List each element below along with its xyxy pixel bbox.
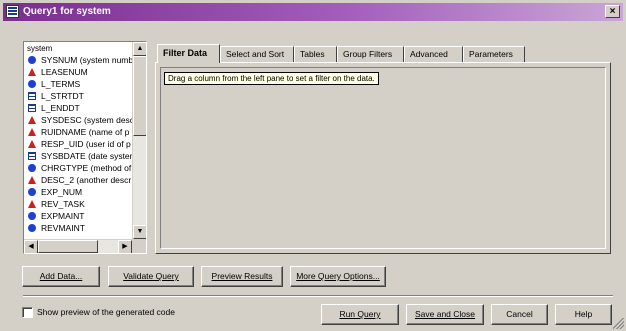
- tab-filter-data[interactable]: Filter Data: [157, 44, 220, 63]
- field-list[interactable]: system SYSNUM (system numb LEASENUM L_TERM…: [25, 43, 133, 238]
- field-label: SYSNUM (system numb: [41, 55, 133, 65]
- field-label: L_TERMS: [41, 79, 81, 89]
- query-icon: [6, 5, 19, 18]
- character-icon: [28, 116, 36, 124]
- field-list-item[interactable]: SYSBDATE (date syster: [28, 151, 133, 162]
- show-preview-label[interactable]: Show preview of the generated code: [37, 307, 175, 318]
- field-list-pane[interactable]: system SYSNUM (system numb LEASENUM L_TERM…: [23, 41, 147, 254]
- character-icon: [28, 176, 36, 184]
- tab-advanced[interactable]: Advanced: [404, 46, 463, 62]
- tab-bar: Filter Data Select and Sort Tables Group Fi…: [157, 44, 626, 63]
- date-icon: [28, 104, 36, 112]
- cancel-button[interactable]: Cancel: [491, 304, 548, 325]
- character-icon: [28, 68, 36, 76]
- table-name[interactable]: system: [27, 44, 52, 53]
- validate-query-button[interactable]: Validate Query: [108, 266, 194, 287]
- field-label: RUIDNAME (name of p: [41, 127, 130, 137]
- field-label: SYSDESC (system desc: [41, 115, 133, 125]
- horizontal-scroll-thumb[interactable]: [38, 240, 98, 253]
- field-list-item[interactable]: L_ENDDT: [28, 103, 133, 114]
- numeric-icon: [28, 188, 36, 196]
- date-icon: [28, 92, 36, 100]
- filter-drop-area[interactable]: Drag a column from the left pane to set …: [160, 67, 606, 249]
- field-list-item[interactable]: L_STRTDT: [28, 91, 133, 102]
- show-preview-checkbox[interactable]: [22, 307, 33, 318]
- numeric-icon: [28, 56, 36, 64]
- field-label: EXPMAINT: [41, 211, 85, 221]
- field-list-item[interactable]: EXP_NUM: [28, 187, 133, 198]
- numeric-icon: [28, 164, 36, 172]
- field-label: L_STRTDT: [41, 91, 84, 101]
- save-and-close-button[interactable]: Save and Close: [406, 304, 484, 325]
- field-list-item[interactable]: DESC_2 (another descr: [28, 175, 133, 186]
- numeric-icon: [28, 212, 36, 220]
- scroll-right-icon[interactable]: ▶: [118, 240, 132, 253]
- field-list-item[interactable]: REVMAINT: [28, 223, 133, 234]
- field-list-item[interactable]: EXPMAINT: [28, 211, 133, 222]
- character-icon: [28, 128, 36, 136]
- vertical-scrollbar[interactable]: ▲ ▼: [132, 42, 146, 239]
- field-label: L_ENDDT: [41, 103, 80, 113]
- scrollbar-corner: [132, 239, 146, 253]
- scroll-down-icon[interactable]: ▼: [133, 225, 146, 239]
- query-dialog: Query1 for system × system SYSNUM (syste…: [0, 0, 626, 331]
- field-list-item[interactable]: RUIDNAME (name of p: [28, 127, 133, 138]
- scroll-up-icon[interactable]: ▲: [133, 42, 146, 56]
- field-label: REV_TASK: [41, 199, 85, 209]
- field-label: REVMAINT: [41, 223, 85, 233]
- help-button[interactable]: Help: [555, 304, 612, 325]
- field-label: EXP_NUM: [41, 187, 83, 197]
- more-query-options-button[interactable]: More Query Options...: [290, 266, 386, 287]
- tab-parameters[interactable]: Parameters: [463, 46, 525, 62]
- window-title: Query1 for system: [23, 6, 111, 17]
- field-list-item[interactable]: CHRGTYPE (method of: [28, 163, 133, 174]
- filter-hint: Drag a column from the left pane to set …: [164, 72, 379, 85]
- tab-select-and-sort[interactable]: Select and Sort: [220, 46, 294, 62]
- field-list-item[interactable]: LEASENUM: [28, 67, 133, 78]
- character-icon: [28, 140, 36, 148]
- field-list-item[interactable]: RESP_UID (user id of p: [28, 139, 133, 150]
- field-label: SYSBDATE (date syster: [41, 151, 133, 161]
- close-button[interactable]: ×: [605, 5, 620, 18]
- field-label: DESC_2 (another descr: [41, 175, 132, 185]
- filter-data-panel: Drag a column from the left pane to set …: [155, 62, 611, 254]
- field-list-item[interactable]: SYSDESC (system desc: [28, 115, 133, 126]
- date-icon: [28, 152, 36, 160]
- preview-results-button[interactable]: Preview Results: [201, 266, 283, 287]
- numeric-icon: [28, 80, 36, 88]
- footer-divider: [23, 295, 613, 297]
- vertical-scroll-thumb[interactable]: [133, 56, 146, 136]
- resize-grip-icon[interactable]: [613, 318, 624, 329]
- field-label: LEASENUM: [41, 67, 88, 77]
- field-list-item[interactable]: SYSNUM (system numb: [28, 55, 133, 66]
- title-bar[interactable]: Query1 for system ×: [3, 3, 623, 21]
- field-label: RESP_UID (user id of p: [41, 139, 131, 149]
- horizontal-scrollbar[interactable]: ◀ ▶: [24, 239, 132, 253]
- numeric-icon: [28, 224, 36, 232]
- scroll-left-icon[interactable]: ◀: [24, 240, 38, 253]
- character-icon: [28, 200, 36, 208]
- tab-group-filters[interactable]: Group Filters: [337, 46, 404, 62]
- tab-tables[interactable]: Tables: [294, 46, 337, 62]
- run-query-button[interactable]: Run Query: [321, 304, 399, 325]
- field-label: CHRGTYPE (method of: [41, 163, 132, 173]
- field-list-item[interactable]: L_TERMS: [28, 79, 133, 90]
- field-list-item[interactable]: REV_TASK: [28, 199, 133, 210]
- add-data-button[interactable]: Add Data...: [22, 266, 100, 287]
